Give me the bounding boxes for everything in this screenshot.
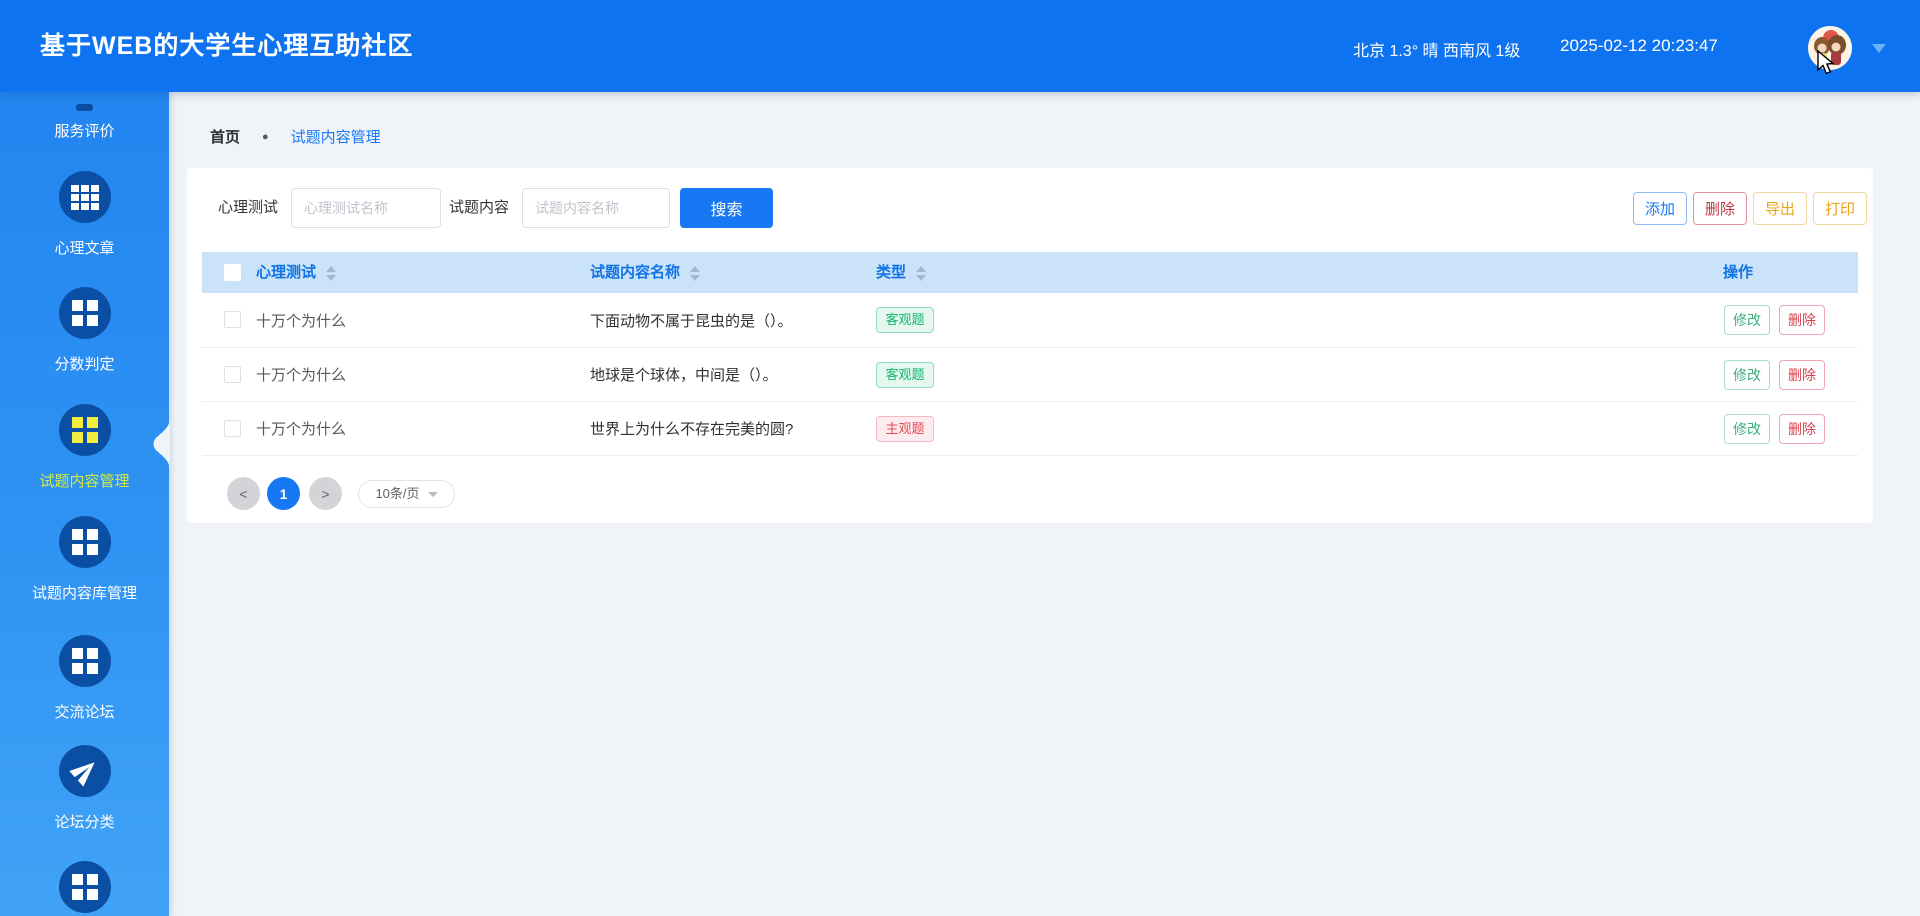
grid-3x3-icon [58,171,111,223]
table-header-row: 心理测试 试题内容名称 类型 操作 [202,252,1858,293]
search-field1-input[interactable] [291,188,441,228]
row-edit-button[interactable]: 修改 [1724,413,1770,444]
sidebar-item-forum[interactable]: 交流论坛 [0,635,169,722]
type-badge: 主观题 [876,415,934,442]
sidebar-item-label: 试题内容库管理 [31,585,137,602]
top-header-bar: 基于WEB的大学生心理互助社区 北京 1.3° 晴 西南风 1级 2025-02… [0,0,1920,92]
breadcrumb-dot-separator: ● [262,130,269,143]
grid-2x2-icon [58,287,111,339]
column-header-actions: 操作 [1723,264,1754,281]
column-header-type[interactable]: 类型 [876,252,927,293]
row-delete-button[interactable]: 删除 [1779,413,1825,444]
row-checkbox[interactable] [224,419,241,437]
cell-question-content: 地球是个球体，中间是（）。 [590,367,778,384]
pagination-next-button[interactable]: > [309,477,342,510]
search-button[interactable]: 搜索 [680,188,773,228]
sort-carets-icon [326,265,337,281]
column-header-psych-test[interactable]: 心理测试 [256,252,337,293]
search-field2-label: 试题内容 [449,199,510,216]
print-button[interactable]: 打印 [1813,192,1867,225]
breadcrumb-home-link[interactable]: 首页 [210,126,240,147]
row-delete-button[interactable]: 删除 [1779,359,1825,390]
sidebar-nav: 服务评价 心理文章 分数判定 试题内容管理 试题内容库管理 交流论坛 论坛分类 [0,92,169,916]
mouse-cursor-icon [1817,50,1835,75]
breadcrumb-current-link[interactable]: 试题内容管理 [291,126,381,147]
search-field1-label: 心理测试 [218,199,279,216]
sidebar-item-question-bank-mgmt[interactable]: 试题内容库管理 [0,516,169,603]
pagination-page-1-button[interactable]: 1 [267,477,300,510]
type-badge: 客观题 [876,307,934,333]
pagination: < 1 > 10条/页 [187,477,1873,517]
content-card: 心理测试 试题内容 搜索 添加 删除 导出 打印 心理测试 试题内容名称 类型 [187,168,1873,523]
sort-carets-icon [916,265,927,281]
paper-plane-icon [58,745,111,797]
row-delete-button[interactable]: 删除 [1779,305,1825,335]
sidebar-item-label: 论坛分类 [54,814,115,831]
sidebar-item-score-judgement[interactable]: 分数判定 [0,287,169,374]
cell-psych-test: 十万个为什么 [256,421,347,438]
sidebar-item-label: 服务评价 [54,123,115,140]
pagination-prev-button[interactable]: < [227,477,260,510]
user-menu-caret-icon[interactable] [1872,44,1886,53]
table-row: 十万个为什么 地球是个球体，中间是（）。 客观题 修改 删除 [202,348,1858,402]
weather-text: 北京 1.3° 晴 西南风 1级 [1353,43,1521,60]
cell-psych-test: 十万个为什么 [256,312,347,330]
sidebar-item-label: 交流论坛 [54,704,115,721]
export-button[interactable]: 导出 [1753,192,1807,225]
sidebar-item-label: 心理文章 [54,240,115,257]
breadcrumb: 首页 ● 试题内容管理 [210,126,381,147]
table-row: 十万个为什么 世界上为什么不存在完美的圆? 主观题 修改 删除 [202,402,1858,456]
active-item-notch [153,417,170,471]
row-checkbox[interactable] [224,365,241,383]
sidebar-item-forum-category[interactable]: 论坛分类 [0,745,169,832]
select-all-checkbox[interactable] [224,263,241,281]
sidebar-item-psych-articles[interactable]: 心理文章 [0,171,169,258]
grid-2x2-icon [58,404,111,456]
sidebar-item-bottom-clipped[interactable] [0,861,169,913]
app-root: 基于WEB的大学生心理互助社区 北京 1.3° 晴 西南风 1级 2025-02… [0,0,1920,916]
search-field2-input[interactable] [522,188,670,228]
row-edit-button[interactable]: 修改 [1724,305,1770,335]
sidebar-item-label: 试题内容管理 [39,473,130,490]
row-checkbox[interactable] [224,311,241,328]
page-size-select[interactable]: 10条/页 [358,480,455,508]
cell-question-content: 世界上为什么不存在完美的圆? [590,421,794,438]
sidebar-item-question-content-mgmt[interactable]: 试题内容管理 [0,404,169,491]
cell-psych-test: 十万个为什么 [256,367,347,384]
chevron-down-icon [427,492,438,498]
grid-2x2-icon [58,635,111,687]
datetime-text: 2025-02-12 20:23:47 [1560,36,1718,55]
type-badge: 客观题 [876,361,934,388]
sort-carets-icon [690,265,701,281]
sidebar-item-label: 分数判定 [54,356,115,373]
cell-question-content: 下面动物不属于昆虫的是（）。 [590,312,793,330]
row-edit-button[interactable]: 修改 [1724,359,1770,390]
app-title: 基于WEB的大学生心理互助社区 [40,32,414,60]
grid-icon [76,104,93,111]
delete-button[interactable]: 删除 [1693,192,1747,225]
table-row: 十万个为什么 下面动物不属于昆虫的是（）。 客观题 修改 删除 [202,293,1858,348]
add-button[interactable]: 添加 [1633,192,1687,225]
grid-2x2-icon [58,861,111,913]
grid-2x2-icon [58,516,111,568]
column-header-question-content[interactable]: 试题内容名称 [590,252,701,293]
